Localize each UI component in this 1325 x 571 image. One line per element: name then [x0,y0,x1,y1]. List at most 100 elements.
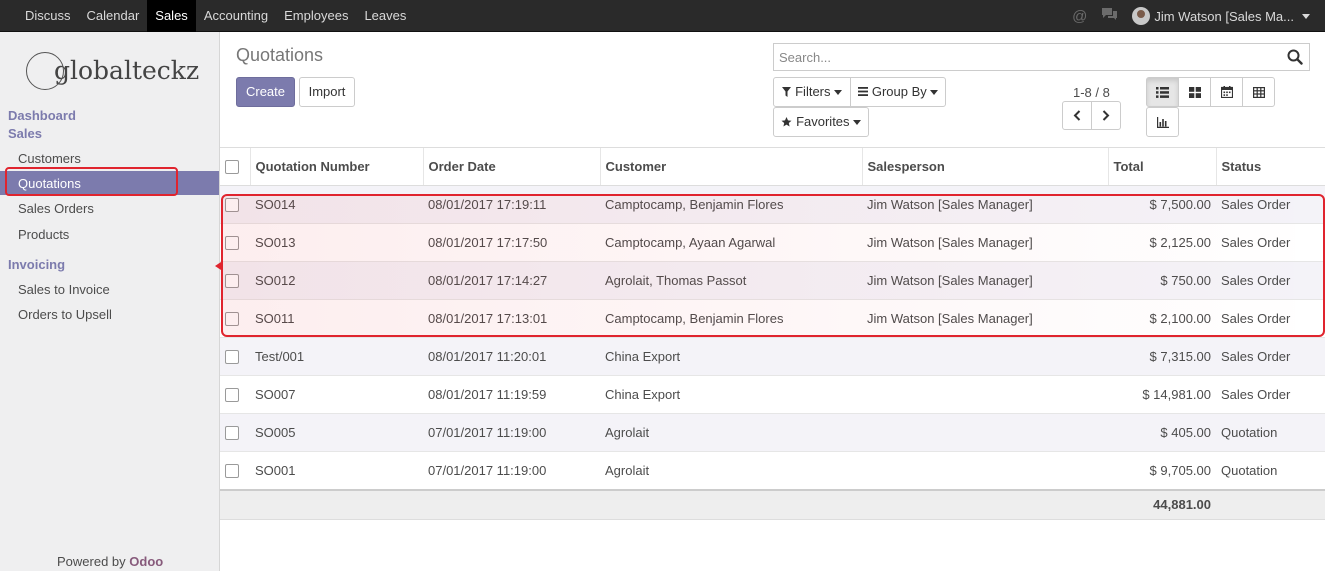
sidebar-item-customers[interactable]: Customers [18,151,81,166]
row-checkbox[interactable] [225,464,239,479]
search-bar [773,43,1310,71]
cell-number: SO014 [250,185,423,224]
table-row[interactable]: SO007 08/01/2017 11:19:59 China Export $… [220,375,1325,414]
at-mention-icon[interactable]: @ [1072,8,1087,25]
sidebar-item-orders-to-upsell[interactable]: Orders to Upsell [18,307,112,322]
list-view-icon [1156,86,1169,98]
row-checkbox[interactable] [225,236,239,251]
bar-chart-icon [1156,116,1169,128]
cell-salesperson: Jim Watson [Sales Manager] [862,185,1108,224]
column-order-date[interactable]: Order Date [422,147,600,186]
avatar [1132,7,1151,25]
table-row[interactable]: SO001 07/01/2017 11:19:00 Agrolait $ 9,7… [220,451,1325,490]
row-checkbox[interactable] [225,312,239,327]
pager-next-button[interactable] [1091,101,1121,130]
chevron-down-icon [1302,13,1310,19]
quotations-list: Quotation Number Order Date Customer Sal… [220,147,1325,520]
chat-icon[interactable] [1101,7,1118,25]
logo-text: globalteckz [54,55,200,85]
row-select-cell [220,413,250,452]
pager-value[interactable]: 1-8 / 8 [1073,85,1110,100]
app-menu: Discuss Calendar Sales Accounting Employ… [17,0,414,32]
table-row[interactable]: Test/001 08/01/2017 11:20:01 China Expor… [220,337,1325,376]
cell-status: Quotation [1216,413,1325,452]
column-total[interactable]: Total [1107,147,1216,186]
cell-customer: Camptocamp, Benjamin Flores [600,185,862,224]
logo-circle-icon [26,52,64,90]
search-icon[interactable] [1287,49,1303,65]
import-button[interactable]: Import [299,77,355,107]
cell-status: Sales Order [1216,337,1325,376]
row-select-cell [220,337,250,376]
create-button[interactable]: Create [236,77,295,107]
pager-previous-button[interactable] [1062,101,1092,130]
table-row[interactable]: SO012 08/01/2017 17:14:27 Agrolait, Thom… [220,261,1325,300]
row-checkbox[interactable] [225,350,239,365]
sidebar-item-products[interactable]: Products [18,227,69,242]
row-select-cell [220,223,250,262]
row-checkbox[interactable] [225,426,239,441]
menu-calendar[interactable]: Calendar [79,0,148,32]
sidebar-section-invoicing[interactable]: Invoicing [8,257,65,272]
cell-total: $ 7,500.00 [1108,185,1216,224]
cell-number: Test/001 [250,337,423,376]
favorites-label: Favorites [796,114,850,129]
sidebar-item-sales-orders[interactable]: Sales Orders [18,201,94,216]
cell-date: 08/01/2017 11:20:01 [423,337,600,376]
cell-customer: Camptocamp, Ayaan Agarwal [600,223,862,262]
menu-employees[interactable]: Employees [276,0,356,32]
table-row[interactable]: SO014 08/01/2017 17:19:11 Camptocamp, Be… [220,185,1325,224]
cell-number: SO012 [250,261,423,300]
select-all-checkbox[interactable] [225,160,239,175]
menu-leaves[interactable]: Leaves [356,0,414,32]
menu-accounting[interactable]: Accounting [196,0,276,32]
cell-total: $ 405.00 [1108,413,1216,452]
cell-customer: Agrolait [600,451,862,490]
column-status[interactable]: Status [1215,147,1325,186]
column-customer[interactable]: Customer [599,147,862,186]
cell-date: 07/01/2017 11:19:00 [423,451,600,490]
search-input[interactable] [774,44,1274,70]
cell-status: Sales Order [1216,261,1325,300]
odoo-link[interactable]: Odoo [129,554,163,569]
row-checkbox[interactable] [225,388,239,403]
menu-discuss[interactable]: Discuss [17,0,79,32]
menu-sales[interactable]: Sales [147,0,196,32]
table-row[interactable]: SO013 08/01/2017 17:17:50 Camptocamp, Ay… [220,223,1325,262]
cell-status: Sales Order [1216,185,1325,224]
row-select-cell [220,451,250,490]
table-row[interactable]: SO005 07/01/2017 11:19:00 Agrolait $ 405… [220,413,1325,452]
select-all-cell [220,147,250,186]
filters-button[interactable]: Filters [773,77,851,107]
cell-status: Sales Order [1216,375,1325,414]
graph-view-button[interactable] [1146,107,1179,137]
cell-status: Sales Order [1216,223,1325,262]
cell-number: SO011 [250,299,423,338]
powered-by-text: Powered by [57,554,126,569]
list-view-button[interactable] [1146,77,1179,107]
table-row[interactable]: SO011 08/01/2017 17:13:01 Camptocamp, Be… [220,299,1325,338]
footer-empty-cell [1216,488,1325,520]
cell-salesperson [862,451,1108,490]
row-checkbox[interactable] [225,198,239,213]
user-menu[interactable]: Jim Watson [Sales Ma... [1132,7,1310,25]
sidebar-item-sales-to-invoice[interactable]: Sales to Invoice [18,282,110,297]
column-quotation-number[interactable]: Quotation Number [249,147,423,186]
sidebar-section-dashboard[interactable]: Dashboard [8,108,76,123]
cell-number: SO007 [250,375,423,414]
cell-date: 08/01/2017 17:14:27 [423,261,600,300]
pivot-view-button[interactable] [1242,77,1275,107]
cell-salesperson: Jim Watson [Sales Manager] [862,223,1108,262]
quotations-table: Quotation Number Order Date Customer Sal… [220,147,1325,520]
row-select-cell [220,375,250,414]
row-select-cell [220,299,250,338]
cell-date: 07/01/2017 11:19:00 [423,413,600,452]
row-select-cell [220,185,250,224]
row-checkbox[interactable] [225,274,239,289]
column-salesperson[interactable]: Salesperson [861,147,1108,186]
sidebar-section-sales[interactable]: Sales [8,126,42,141]
group-by-button[interactable]: Group By [850,77,946,107]
calendar-view-button[interactable] [1210,77,1243,107]
kanban-view-button[interactable] [1178,77,1211,107]
favorites-button[interactable]: Favorites [773,107,869,137]
